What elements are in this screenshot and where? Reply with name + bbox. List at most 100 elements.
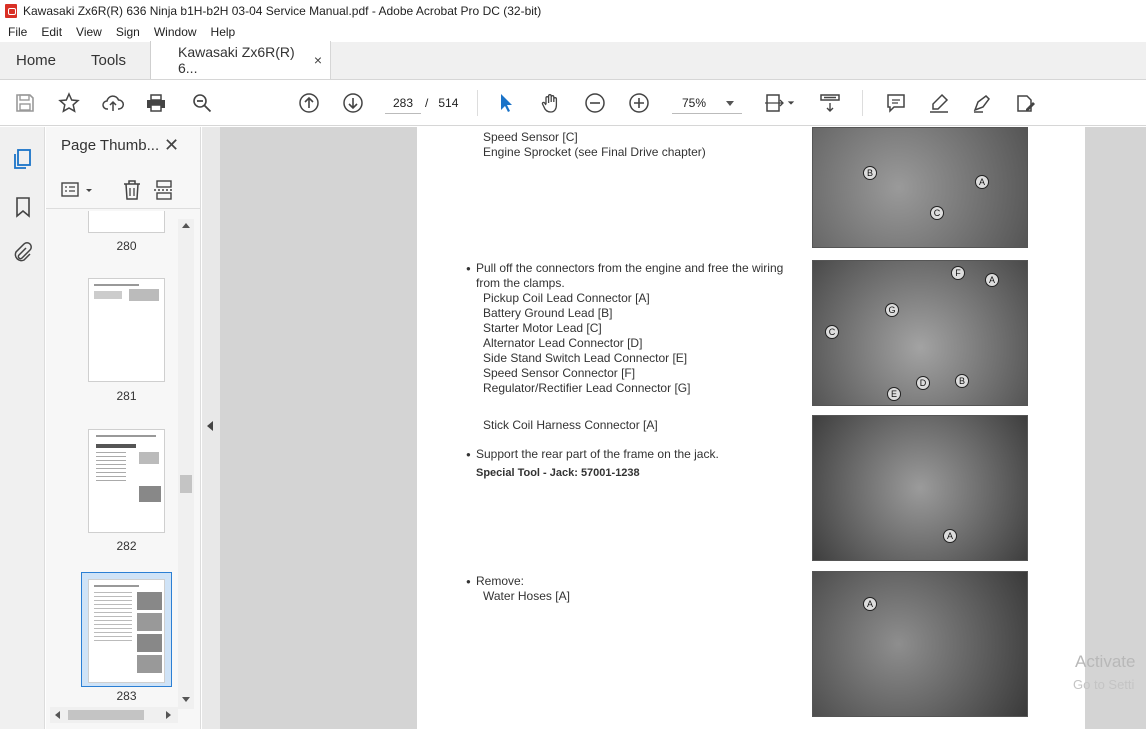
page-thumbnails-panel: Page Thumb... ✕ 280 281 282 283 (46, 127, 201, 729)
thumbnail-page-281[interactable] (88, 278, 165, 382)
document-viewer[interactable]: Speed Sensor [C] Engine Sprocket (see Fi… (220, 127, 1146, 729)
photo-callout: A (975, 175, 989, 189)
scroll-left-icon[interactable] (55, 711, 60, 719)
thumbnail-list: 280 281 282 283 (46, 211, 178, 711)
tab-document-label: Kawasaki Zx6R(R) 6... (178, 44, 295, 76)
attachments-paperclip-icon[interactable] (11, 241, 35, 265)
thumbnail-label: 283 (116, 689, 137, 703)
photo-callout: A (943, 529, 957, 543)
photo-callout: F (951, 266, 965, 280)
photo-callout: B (863, 166, 877, 180)
page-fit-icon[interactable] (762, 91, 786, 115)
photo-callout: G (885, 303, 899, 317)
total-pages: 514 (438, 96, 459, 110)
activation-watermark: Activate (1075, 652, 1136, 671)
photo-callout: A (863, 597, 877, 611)
menu-window[interactable]: Window (148, 25, 203, 39)
scroll-thumb[interactable] (180, 475, 192, 493)
zoom-level-value: 75% (682, 95, 707, 110)
page-count: / 514 (425, 92, 458, 114)
tab-close-icon[interactable]: × (314, 52, 322, 68)
activation-watermark-sub: Go to Setti (1073, 677, 1135, 692)
zoom-out-icon[interactable] (583, 91, 607, 115)
photo-callout: C (825, 325, 839, 339)
page-text: Battery Ground Lead [B] (483, 306, 613, 320)
tab-tools[interactable]: Tools (75, 41, 151, 79)
zoom-search-icon[interactable] (190, 91, 214, 115)
thumbnail-page-280[interactable] (88, 211, 165, 233)
highlight-pen-icon[interactable] (927, 91, 951, 115)
panel-collapse-handle[interactable] (202, 127, 220, 729)
page-text: Speed Sensor Connector [F] (483, 366, 636, 380)
page-text: Side Stand Switch Lead Connector [E] (483, 351, 688, 365)
engine-photo-2: F A G C D B E (812, 260, 1028, 406)
select-cursor-icon[interactable] (494, 91, 518, 115)
page-text: Water Hoses [A] (483, 589, 570, 603)
menu-edit[interactable]: Edit (35, 25, 68, 39)
menu-help[interactable]: Help (205, 25, 242, 39)
thumbnail-page-282[interactable] (88, 429, 165, 533)
page-text: Remove: (466, 574, 524, 588)
comment-icon[interactable] (884, 91, 908, 115)
left-navigation-rail (0, 127, 45, 729)
toolbar-divider (477, 90, 478, 116)
menu-file[interactable]: File (2, 25, 33, 39)
photo-callout: E (887, 387, 901, 401)
upload-cloud-icon[interactable] (101, 91, 125, 115)
menu-view[interactable]: View (70, 25, 108, 39)
scroll-down-icon[interactable] (182, 697, 190, 702)
page-thumbnails-icon[interactable] (11, 147, 35, 171)
thumbnail-options-icon[interactable] (60, 179, 96, 201)
chevron-down-icon (726, 101, 734, 106)
page-separator: / (425, 96, 429, 110)
thumbnail-horizontal-scrollbar[interactable] (50, 707, 178, 723)
photo-callout: B (955, 374, 969, 388)
extract-pages-icon[interactable] (152, 178, 176, 202)
pdf-page: Speed Sensor [C] Engine Sprocket (see Fi… (417, 127, 1085, 729)
bookmarks-icon[interactable] (11, 195, 35, 219)
menu-bar: File Edit View Sign Window Help (0, 22, 1146, 42)
thumbnail-label: 280 (116, 239, 137, 253)
page-text: Regulator/Rectifier Lead Connector [G] (483, 381, 691, 395)
delete-trash-icon[interactable] (120, 178, 144, 202)
tab-document[interactable]: Kawasaki Zx6R(R) 6... × (151, 41, 331, 79)
tab-bar: Home Tools Kawasaki Zx6R(R) 6... × (0, 41, 1146, 80)
page-text: Starter Motor Lead [C] (483, 321, 602, 335)
tab-home[interactable]: Home (0, 41, 75, 79)
toolbar-divider (862, 90, 863, 116)
panel-title: Page Thumb... (61, 137, 160, 154)
page-text: Stick Coil Harness Connector [A] (483, 418, 658, 432)
engine-photo-4: A (812, 571, 1028, 717)
sign-pen-icon[interactable] (970, 91, 994, 115)
print-icon[interactable] (144, 91, 168, 115)
thumbnail-vertical-scrollbar[interactable] (178, 219, 194, 709)
edit-pdf-icon[interactable] (1013, 91, 1037, 115)
page-text: Engine Sprocket (see Final Drive chapter… (483, 145, 706, 159)
thumbnail-label: 282 (116, 539, 137, 553)
page-number-input[interactable]: 283 (385, 92, 421, 114)
zoom-in-icon[interactable] (627, 91, 651, 115)
menu-sign[interactable]: Sign (110, 25, 146, 39)
read-mode-icon[interactable] (818, 91, 842, 115)
zoom-level-select[interactable]: 75% (672, 92, 742, 114)
photo-callout: D (916, 376, 930, 390)
page-text: Pickup Coil Lead Connector [A] (483, 291, 650, 305)
chevron-left-icon (207, 421, 213, 431)
hand-tool-icon[interactable] (539, 91, 563, 115)
bookmark-star-icon[interactable] (57, 91, 81, 115)
close-icon[interactable]: ✕ (164, 135, 179, 156)
thumbnail-page-283[interactable] (88, 579, 165, 683)
page-text: Special Tool - Jack: 57001-1238 (476, 467, 640, 479)
next-page-icon[interactable] (341, 91, 365, 115)
save-icon[interactable] (13, 91, 37, 115)
page-text: Alternator Lead Connector [D] (483, 336, 643, 350)
engine-photo-3: A (812, 415, 1028, 561)
page-text: Support the rear part of the frame on th… (466, 447, 719, 461)
scroll-up-icon[interactable] (182, 223, 190, 228)
previous-page-icon[interactable] (297, 91, 321, 115)
acrobat-pdf-icon (5, 4, 17, 18)
main-toolbar: 283 / 514 75% (0, 80, 1146, 126)
chevron-down-icon[interactable] (786, 91, 796, 115)
scroll-thumb[interactable] (68, 710, 144, 720)
scroll-right-icon[interactable] (166, 711, 171, 719)
